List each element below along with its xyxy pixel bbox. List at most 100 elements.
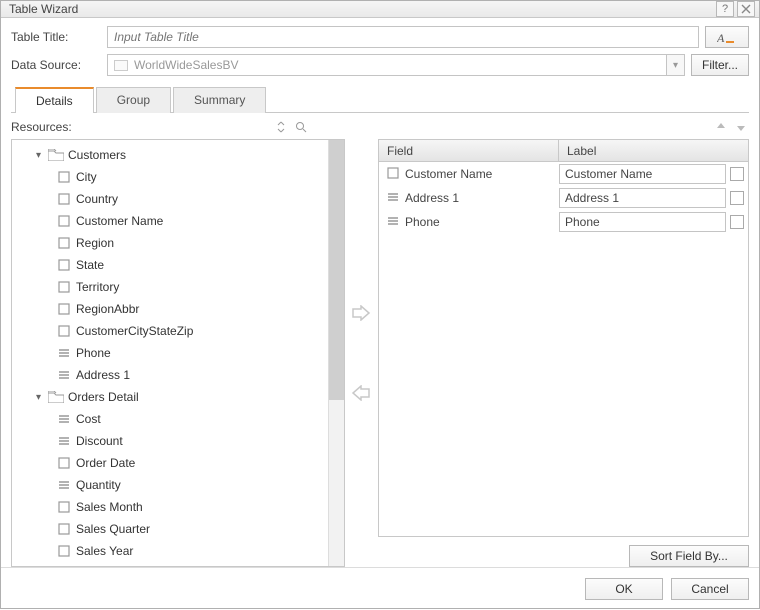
- tree-item[interactable]: RegionAbbr: [12, 298, 328, 320]
- tree-item[interactable]: Phone: [12, 342, 328, 364]
- data-source-value: WorldWideSalesBV: [134, 58, 238, 72]
- label-input[interactable]: [559, 212, 726, 232]
- box-icon: [56, 523, 72, 535]
- tree-item-label: Sales Month: [76, 500, 143, 514]
- remove-field-button[interactable]: [349, 381, 373, 405]
- box-icon: [56, 193, 72, 205]
- column-field[interactable]: Field: [379, 140, 559, 161]
- tree-item-label: Address 1: [76, 368, 130, 382]
- scrollbar-thumb[interactable]: [329, 140, 344, 400]
- search-icon[interactable]: [293, 119, 309, 135]
- tree-item[interactable]: Region: [12, 232, 328, 254]
- tab-group[interactable]: Group: [96, 87, 171, 113]
- tree-item[interactable]: Territory: [12, 276, 328, 298]
- tree-item-label: Quantity: [76, 478, 121, 492]
- titlebar: Table Wizard ?: [1, 1, 759, 18]
- expander-icon[interactable]: ▾: [36, 150, 48, 161]
- box-icon: [56, 501, 72, 513]
- tree-item[interactable]: Customer Name: [12, 210, 328, 232]
- move-up-icon[interactable]: [713, 119, 729, 135]
- ok-button[interactable]: OK: [585, 578, 663, 600]
- field-name: Customer Name: [405, 167, 492, 181]
- field-name: Phone: [405, 215, 440, 229]
- tree-item-label: CustomerCityStateZip: [76, 324, 193, 338]
- tab-summary[interactable]: Summary: [173, 87, 266, 113]
- box-icon: [56, 457, 72, 469]
- add-field-button[interactable]: [349, 301, 373, 325]
- resources-tree: ▾CustomersCity Country Customer Name Region…: [11, 139, 345, 567]
- tree-item[interactable]: Cost: [12, 408, 328, 430]
- scrollbar[interactable]: [328, 140, 344, 566]
- close-button[interactable]: [737, 1, 755, 17]
- chevron-down-icon[interactable]: ▾: [667, 54, 685, 76]
- sort-icon[interactable]: [273, 119, 289, 135]
- table-title-input[interactable]: [107, 26, 699, 48]
- grid-row[interactable]: Phone: [379, 210, 748, 234]
- data-source-label: Data Source:: [11, 58, 101, 72]
- box-icon: [56, 215, 72, 227]
- box-icon: [56, 281, 72, 293]
- fields-grid: Field Label Customer Name Address 1 Phone: [378, 139, 749, 537]
- box-icon: [56, 171, 72, 183]
- tree-item[interactable]: Order Date: [12, 452, 328, 474]
- font-button[interactable]: A: [705, 26, 749, 48]
- tree-item[interactable]: Sales Year: [12, 540, 328, 562]
- tree-item-label: Sales Quarter: [76, 522, 150, 536]
- tree-item[interactable]: Sales Quarter: [12, 518, 328, 540]
- resources-label: Resources:: [11, 120, 72, 134]
- move-down-icon[interactable]: [733, 119, 749, 135]
- tree-item-label: Customer Name: [76, 214, 163, 228]
- box-icon: [56, 237, 72, 249]
- label-input[interactable]: [559, 188, 726, 208]
- grid-row[interactable]: Address 1: [379, 186, 748, 210]
- cancel-button[interactable]: Cancel: [671, 578, 749, 600]
- checkbox[interactable]: [730, 215, 744, 229]
- tree-item[interactable]: Quantity: [12, 474, 328, 496]
- expander-icon[interactable]: ▾: [36, 392, 48, 403]
- box-icon: [56, 303, 72, 315]
- tree-item-label: Sales Year: [76, 544, 133, 558]
- sort-field-by-button[interactable]: Sort Field By...: [629, 545, 749, 567]
- tree-item[interactable]: ▾Orders Detail: [12, 386, 328, 408]
- tree-item[interactable]: Address 1: [12, 364, 328, 386]
- details-pane: Resources:: [11, 113, 749, 567]
- checkbox[interactable]: [730, 191, 744, 205]
- tree-item-label: Discount: [76, 434, 123, 448]
- tree-item[interactable]: City: [12, 166, 328, 188]
- lines-icon: [56, 347, 72, 359]
- help-button[interactable]: ?: [716, 1, 734, 17]
- column-label[interactable]: Label: [559, 140, 748, 161]
- tree-item-label: Cost: [76, 412, 101, 426]
- grid-row[interactable]: Customer Name: [379, 162, 748, 186]
- box-icon: [387, 167, 399, 182]
- filter-button[interactable]: Filter...: [691, 54, 749, 76]
- lines-icon: [56, 479, 72, 491]
- tree-item-label: Country: [76, 192, 118, 206]
- content-area: Table Title: A Data Source: WorldWideSal…: [1, 18, 759, 567]
- lines-icon: [56, 369, 72, 381]
- table-wizard-dialog: Table Wizard ? Table Title: A Data Sourc…: [0, 0, 760, 609]
- lines-icon: [387, 191, 399, 206]
- lines-icon: [387, 215, 399, 230]
- tab-details[interactable]: Details: [15, 87, 94, 113]
- tree-item-label: State: [76, 258, 104, 272]
- tree-item[interactable]: State: [12, 254, 328, 276]
- lines-icon: [56, 413, 72, 425]
- data-source-select[interactable]: WorldWideSalesBV: [107, 54, 667, 76]
- checkbox[interactable]: [730, 167, 744, 181]
- tree-item[interactable]: ▾Customers: [12, 144, 328, 166]
- transfer-arrows: [345, 139, 378, 567]
- tab-bar: Details Group Summary: [11, 86, 749, 113]
- box-icon: [56, 545, 72, 557]
- tree-item-label: Order Date: [76, 456, 135, 470]
- tree-item[interactable]: Discount: [12, 430, 328, 452]
- tree-item[interactable]: Sales Month: [12, 496, 328, 518]
- tree-item-label: Region: [76, 236, 114, 250]
- lines-icon: [56, 435, 72, 447]
- box-icon: [56, 259, 72, 271]
- tree-item[interactable]: Country: [12, 188, 328, 210]
- label-input[interactable]: [559, 164, 726, 184]
- tree-item[interactable]: CustomerCityStateZip: [12, 320, 328, 342]
- cube-icon: [114, 60, 128, 71]
- tree-item-label: Phone: [76, 346, 111, 360]
